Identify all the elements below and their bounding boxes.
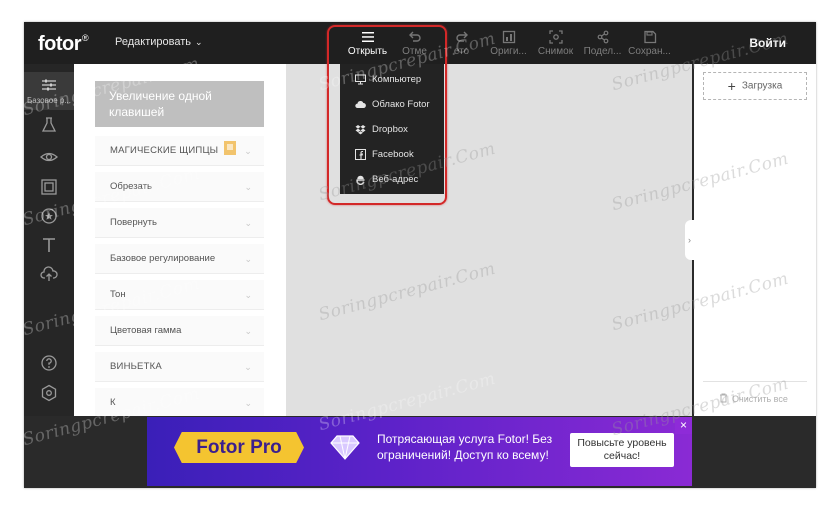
open-label: Открыть (347, 46, 388, 57)
section-label: Цветовая гамма (110, 325, 182, 336)
undo-icon (408, 31, 421, 42)
open-from-facebook[interactable]: Facebook (340, 142, 444, 167)
undo-label: Отме (402, 46, 427, 57)
snapshot-button[interactable]: Снимок (532, 22, 579, 64)
section-tone[interactable]: Тон ⌄ (95, 280, 264, 310)
promo-banner[interactable]: Fotor Pro Потрясающая услуга Fotor! Без … (147, 417, 692, 486)
rail-basic-edit[interactable]: Базовое р... (24, 72, 74, 110)
sticker-icon[interactable] (40, 207, 58, 225)
cloud-upload-icon[interactable] (40, 265, 58, 283)
flask-icon[interactable] (40, 116, 58, 134)
section-label: Обрезать (110, 181, 152, 192)
upload-button[interactable]: + Загрузка (703, 72, 807, 100)
help-icon[interactable] (40, 354, 58, 372)
chevron-down-icon: ⌄ (244, 326, 252, 336)
facebook-icon (355, 149, 366, 160)
section-label: К (110, 397, 116, 408)
app-window: fotor® Редактировать ⌄ Открыть Отме ето О… (24, 22, 816, 488)
redo-icon (455, 31, 468, 42)
redo-label: ето (453, 46, 470, 57)
chevron-down-icon: ⌄ (244, 290, 252, 300)
compare-icon (502, 30, 515, 44)
rail-basic-label: Базовое р... (26, 96, 72, 105)
settings-icon[interactable] (40, 384, 58, 402)
open-from-web-address[interactable]: Веб-адрес (340, 167, 444, 192)
section-label: Повернуть (110, 217, 157, 228)
upload-label: Загрузка (741, 80, 783, 92)
open-button[interactable]: Открыть (344, 22, 391, 64)
save-button[interactable]: Сохран... (626, 22, 673, 64)
section-label: Базовое регулирование (110, 253, 216, 264)
close-banner-button[interactable]: × (675, 417, 692, 434)
open-from-dropbox[interactable]: Dropbox (340, 117, 444, 142)
redo-button[interactable]: ето (438, 22, 485, 64)
web-icon (356, 175, 365, 185)
open-from-computer[interactable]: Компьютер (340, 67, 444, 92)
premium-bookmark-icon (224, 141, 236, 155)
chevron-down-icon: ⌄ (244, 398, 252, 408)
section-label: ВИНЬЕТКА (110, 361, 162, 372)
edit-menu[interactable]: Редактировать ⌄ (115, 36, 203, 48)
section-magic-tongs[interactable]: МАГИЧЕСКИЕ ЩИПЦЫ ⌄ (95, 136, 264, 166)
edit-panel: Увеличение одной клавишей МАГИЧЕСКИЕ ЩИП… (74, 64, 286, 416)
camera-icon (548, 30, 563, 44)
share-button[interactable]: Подел... (579, 22, 626, 64)
eye-icon[interactable] (40, 148, 58, 166)
menu-icon (361, 32, 374, 42)
undo-button[interactable]: Отме (391, 22, 438, 64)
monitor-icon (355, 74, 366, 85)
original-label: Ориги... (490, 46, 527, 57)
chevron-down-icon: ⌄ (244, 182, 252, 192)
clear-all-label: Очистить все (732, 394, 788, 404)
share-label: Подел... (583, 46, 622, 57)
chevron-right-icon: › (688, 235, 691, 245)
open-dropdown-menu: Компьютер Облако Fotor Dropbox Facebook … (340, 64, 444, 194)
one-tap-enhance-button[interactable]: Увеличение одной клавишей (95, 81, 264, 127)
fotor-pro-badge: Fotor Pro (174, 432, 304, 463)
original-button[interactable]: Ориги... (485, 22, 532, 64)
toolbar: Открыть Отме ето Ориги... Снимок Подел..… (344, 22, 673, 64)
close-icon: × (679, 418, 687, 432)
clear-all-button[interactable]: Очистить все (719, 393, 788, 404)
section-vignette[interactable]: ВИНЬЕТКА ⌄ (95, 352, 264, 382)
upgrade-now-button[interactable]: Повысьте уровень сейчас! (570, 433, 674, 467)
trash-icon (720, 393, 727, 403)
diamond-icon (330, 435, 360, 460)
section-color-scheme[interactable]: Цветовая гамма ⌄ (95, 316, 264, 346)
divider (703, 381, 807, 382)
text-icon[interactable] (40, 236, 58, 254)
chevron-down-icon: ⌄ (244, 362, 252, 372)
section-crop[interactable]: Обрезать ⌄ (95, 172, 264, 202)
chevron-down-icon: ⌄ (244, 218, 252, 228)
frame-icon[interactable] (40, 178, 58, 196)
tool-rail: Базовое р... (24, 64, 74, 416)
chevron-down-icon: ⌄ (195, 37, 203, 47)
chevron-down-icon: ⌄ (244, 254, 252, 264)
edit-menu-label: Редактировать (115, 36, 191, 48)
section-basic-adjust[interactable]: Базовое регулирование ⌄ (95, 244, 264, 274)
plus-icon: + (727, 78, 736, 94)
section-label: МАГИЧЕСКИЕ ЩИПЦЫ (110, 145, 219, 156)
section-more[interactable]: К ⌄ (95, 388, 264, 416)
promo-message: Потрясающая услуга Fotor! Без ограничени… (377, 432, 553, 462)
save-icon (643, 30, 656, 44)
share-icon (597, 30, 608, 44)
open-from-fotor-cloud[interactable]: Облако Fotor (340, 92, 444, 117)
sliders-icon (42, 79, 56, 91)
uploads-panel: + Загрузка Очистить все (694, 64, 816, 416)
save-label: Сохран... (628, 46, 671, 57)
cloud-icon (355, 101, 366, 108)
collapse-panel-tab[interactable]: › (685, 220, 694, 260)
top-bar: fotor® Редактировать ⌄ Открыть Отме ето О… (24, 22, 816, 64)
section-rotate[interactable]: Повернуть ⌄ (95, 208, 264, 238)
login-button[interactable]: Войти (749, 36, 786, 50)
chevron-down-icon: ⌄ (244, 146, 252, 156)
dropbox-icon (355, 125, 366, 135)
snapshot-label: Снимок (537, 46, 574, 57)
fotor-logo[interactable]: fotor® (38, 33, 89, 56)
section-label: Тон (110, 289, 126, 300)
